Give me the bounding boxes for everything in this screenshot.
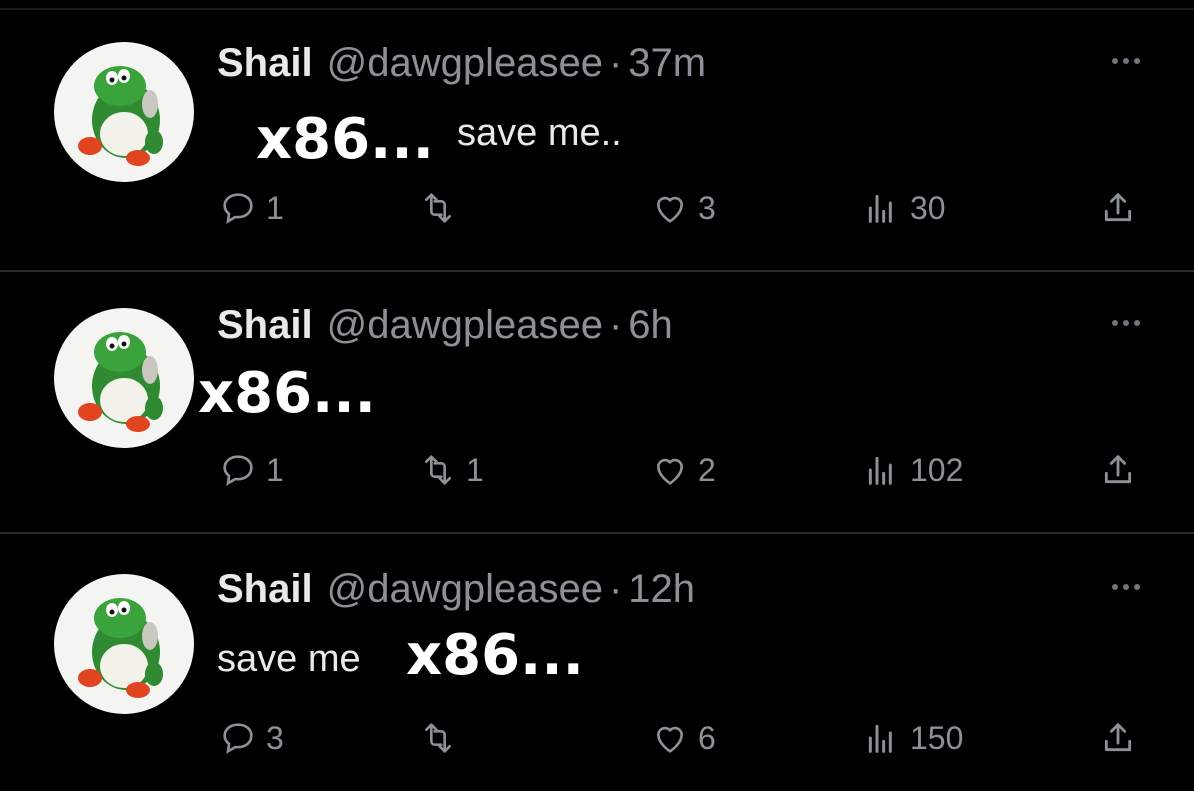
timestamp[interactable]: 37m	[628, 38, 706, 88]
heart-outline-icon	[657, 726, 683, 753]
share-upload-icon	[1104, 193, 1132, 222]
tweet-actions: 1 1 2 102	[0, 448, 1194, 492]
heart-outline-icon	[657, 196, 683, 223]
retweet-arrows-icon	[425, 193, 451, 223]
view-count: 102	[910, 451, 964, 488]
user-handle[interactable]: @dawgpleasee	[327, 564, 603, 614]
bar-chart-icon	[868, 724, 892, 753]
like-button[interactable]: 2	[650, 448, 716, 492]
overlay-caption: x86...	[256, 110, 434, 170]
user-handle[interactable]: @dawgpleasee	[327, 38, 603, 88]
like-count: 2	[698, 451, 716, 488]
user-handle[interactable]: @dawgpleasee	[327, 300, 603, 350]
tweet-header: Shail @dawgpleasee · 6h	[217, 300, 673, 350]
more-dots-icon[interactable]	[1112, 58, 1140, 64]
avatar[interactable]	[54, 308, 194, 448]
retweet-button[interactable]: 1	[418, 448, 484, 492]
tweet[interactable]: Shail @dawgpleasee · 6h x86... 1 1 2 102	[0, 272, 1194, 534]
tweet-text: save me..	[457, 112, 622, 154]
reply-count: 3	[266, 719, 284, 756]
meta-separator: ·	[608, 567, 623, 611]
tweet-header: Shail @dawgpleasee · 37m	[217, 38, 706, 88]
view-count: 30	[910, 189, 946, 226]
views-button[interactable]: 102	[862, 448, 963, 492]
meta-separator: ·	[608, 41, 623, 85]
views-button[interactable]: 150	[862, 716, 963, 760]
share-upload-icon	[1104, 723, 1132, 752]
bar-chart-icon	[868, 194, 892, 223]
share-button[interactable]	[1098, 716, 1138, 760]
reply-button[interactable]: 1	[218, 186, 284, 230]
reply-button[interactable]: 3	[218, 716, 284, 760]
share-button[interactable]	[1098, 186, 1138, 230]
like-count: 6	[698, 719, 716, 756]
speech-bubble-icon	[223, 455, 253, 486]
tweet-body: save me	[217, 634, 361, 684]
like-button[interactable]: 3	[650, 186, 716, 230]
timestamp[interactable]: 12h	[628, 564, 695, 614]
overlay-text: x86...	[406, 623, 584, 688]
retweet-button[interactable]	[418, 716, 466, 760]
timestamp[interactable]: 6h	[628, 300, 673, 350]
tweet[interactable]: Shail @dawgpleasee · 37m x86... save me.…	[0, 10, 1194, 272]
retweet-arrows-icon	[425, 723, 451, 753]
yoshi-avatar-icon	[78, 66, 163, 166]
display-name[interactable]: Shail	[217, 300, 313, 350]
reply-count: 1	[266, 451, 284, 488]
timeline-feed: Shail @dawgpleasee · 37m x86... save me.…	[0, 0, 1194, 791]
views-button[interactable]: 30	[862, 186, 946, 230]
share-upload-icon	[1104, 455, 1132, 484]
yoshi-avatar-icon	[78, 332, 163, 432]
display-name[interactable]: Shail	[217, 38, 313, 88]
reply-button[interactable]: 1	[218, 448, 284, 492]
tweet-text: save me	[217, 638, 361, 680]
tweet-actions: 3 6 150	[0, 716, 1194, 760]
tweet[interactable]: Shail @dawgpleasee · 12h save me x86... …	[0, 536, 1194, 791]
view-count: 150	[910, 719, 964, 756]
reply-count: 1	[266, 189, 284, 226]
avatar[interactable]	[54, 574, 194, 714]
overlay-text: x86...	[198, 361, 376, 426]
yoshi-avatar-icon	[78, 598, 163, 698]
more-dots-icon[interactable]	[1112, 320, 1140, 326]
speech-bubble-icon	[223, 723, 253, 754]
display-name[interactable]: Shail	[217, 564, 313, 614]
share-button[interactable]	[1098, 448, 1138, 492]
more-dots-icon[interactable]	[1112, 584, 1140, 590]
retweet-button[interactable]	[418, 186, 466, 230]
overlay-text: x86...	[256, 107, 434, 172]
like-count: 3	[698, 189, 716, 226]
meta-separator: ·	[608, 303, 623, 347]
tweet-actions: 1 3 30	[0, 186, 1194, 230]
heart-outline-icon	[657, 458, 683, 485]
overlay-caption: x86...	[406, 626, 584, 686]
like-button[interactable]: 6	[650, 716, 716, 760]
overlay-caption: x86...	[198, 364, 376, 424]
bar-chart-icon	[868, 456, 892, 485]
retweet-arrows-icon	[425, 455, 451, 485]
retweet-count: 1	[466, 451, 484, 488]
speech-bubble-icon	[223, 193, 253, 224]
tweet-header: Shail @dawgpleasee · 12h	[217, 564, 695, 614]
avatar[interactable]	[54, 42, 194, 182]
tweet-body: save me..	[457, 108, 622, 158]
